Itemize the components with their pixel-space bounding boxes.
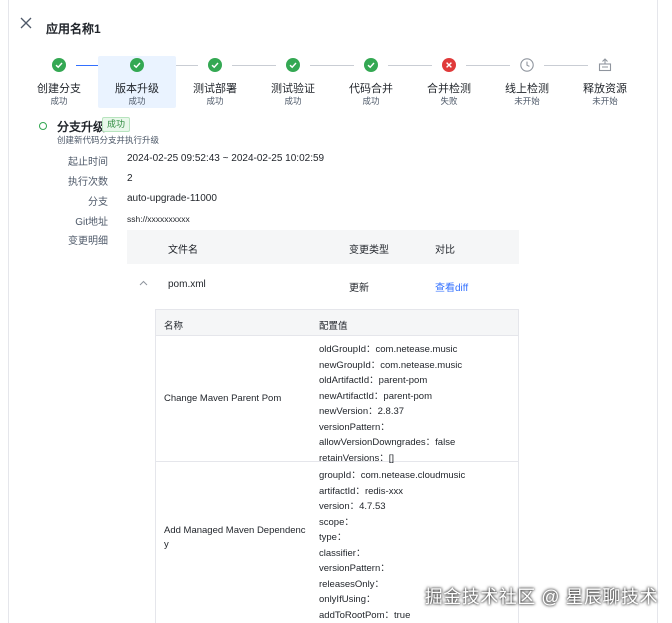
column-header: 对比 xyxy=(435,245,455,256)
table-row: Change Maven Parent Pom oldGroupId：com.n… xyxy=(156,336,518,464)
step-create-branch[interactable]: 创建分支 成功 xyxy=(20,56,98,108)
section-status-dot xyxy=(39,122,47,130)
step-status: 成功 xyxy=(284,96,302,106)
table-row: pom.xml 更新 查看diff xyxy=(127,264,519,306)
branch-label: 分支 xyxy=(88,197,108,208)
close-icon[interactable] xyxy=(18,15,34,31)
status-badge: 成功 xyxy=(102,117,131,132)
step-status: 成功 xyxy=(362,96,380,106)
app-title: 应用名称1 xyxy=(46,22,101,36)
config-line: classifier： xyxy=(319,547,366,559)
config-line: newVersion：2.8.37 xyxy=(319,406,405,417)
config-line: versionPattern： xyxy=(319,421,390,433)
file-table-header: 文件名 变更类型 对比 xyxy=(127,230,519,264)
step-status: 未开始 xyxy=(514,96,540,106)
run-count-value: 2 xyxy=(127,173,133,184)
step-name: 线上检测 xyxy=(505,83,549,95)
branch-value: auto-upgrade-11000 xyxy=(127,193,217,204)
step-test-verify[interactable]: 测试验证 成功 xyxy=(254,56,332,108)
run-count-label: 执行次数 xyxy=(68,177,108,188)
step-name: 释放资源 xyxy=(583,83,627,95)
check-circle-icon xyxy=(52,58,66,72)
check-circle-icon xyxy=(208,58,222,72)
section-title: 分支升级 xyxy=(57,120,106,134)
step-name: 代码合并 xyxy=(349,83,393,95)
recipe-name: Add Managed Maven Dependenc y xyxy=(164,525,306,550)
step-name: 合并检测 xyxy=(427,83,471,95)
check-circle-icon xyxy=(130,58,144,72)
step-release-resource[interactable]: 释放资源 未开始 xyxy=(566,56,644,108)
step-test-deploy[interactable]: 测试部署 成功 xyxy=(176,56,254,108)
config-line: oldGroupId：com.netease.music xyxy=(319,344,458,355)
chevron-up-icon[interactable] xyxy=(139,279,148,288)
view-diff-link[interactable]: 查看diff xyxy=(435,279,468,294)
change-type: 更新 xyxy=(349,283,369,294)
time-range-value: 2024-02-25 09:52:43 ~ 2024-02-25 10:02:5… xyxy=(127,153,325,164)
config-values: oldGroupId：com.netease.music newGroupId：… xyxy=(319,342,514,466)
time-range-label: 起止时间 xyxy=(68,157,108,168)
step-name: 创建分支 xyxy=(37,83,81,95)
panel-header: 应用名称1 xyxy=(0,0,672,50)
check-circle-icon xyxy=(364,58,378,72)
column-header: 文件名 xyxy=(168,245,198,256)
step-code-merge[interactable]: 代码合并 成功 xyxy=(332,56,410,108)
config-table-header: 名称 配置值 xyxy=(156,310,518,336)
section-description: 创建新代码分支并执行升级 xyxy=(57,135,160,145)
config-line: scope： xyxy=(319,516,354,528)
config-line: groupId：com.netease.cloudmusic xyxy=(319,470,466,481)
git-address-value: ssh://xxxxxxxxxx xyxy=(127,214,190,224)
recipe-name: Change Maven Parent Pom xyxy=(164,393,282,404)
config-line: addToRootPom：true xyxy=(319,609,411,621)
release-icon xyxy=(598,58,612,72)
file-name: pom.xml xyxy=(168,279,206,290)
step-status: 未开始 xyxy=(592,96,618,106)
config-table: 名称 配置值 Change Maven Parent Pom oldGroupI… xyxy=(155,309,519,623)
config-line: type： xyxy=(319,532,347,543)
step-merge-check[interactable]: 合并检测 失败 xyxy=(410,56,488,108)
watermark-text: 掘金技术社区 @ 星辰聊技术 xyxy=(424,587,658,607)
config-line: versionPattern： xyxy=(319,563,390,574)
error-circle-icon xyxy=(442,58,456,72)
step-name: 版本升级 xyxy=(115,83,159,95)
step-status: 成功 xyxy=(206,96,224,106)
column-header: 配置值 xyxy=(319,321,348,332)
column-header: 名称 xyxy=(164,321,184,332)
column-header: 变更类型 xyxy=(349,245,389,256)
config-line: allowVersionDowngrades：false xyxy=(319,437,456,448)
config-line: artifactId：redis-xxx xyxy=(319,485,403,497)
step-version-upgrade[interactable]: 版本升级 成功 xyxy=(98,56,176,108)
step-online-check[interactable]: 线上检测 未开始 xyxy=(488,56,566,108)
check-circle-icon xyxy=(286,58,300,72)
change-detail-label: 变更明细 xyxy=(68,236,108,247)
pipeline-steps: 创建分支 成功 版本升级 成功 测试部署 成功 测试验证 成功 代码合并 成功 … xyxy=(20,56,660,110)
config-line: version：4.7.53 xyxy=(319,501,386,512)
clock-icon xyxy=(520,58,534,72)
step-status: 成功 xyxy=(50,96,68,106)
file-change-table: 文件名 变更类型 对比 pom.xml 更新 查看diff xyxy=(127,230,519,306)
git-address-label: Git地址 xyxy=(75,217,108,228)
config-line: oldArtifactId：parent-pom xyxy=(319,375,428,386)
config-line: newArtifactId：parent-pom xyxy=(319,390,433,402)
config-line: newGroupId：com.netease.music xyxy=(319,359,463,371)
step-name: 测试部署 xyxy=(193,83,237,95)
step-status: 成功 xyxy=(128,96,146,106)
step-name: 测试验证 xyxy=(271,83,315,95)
step-status: 失败 xyxy=(440,96,458,106)
